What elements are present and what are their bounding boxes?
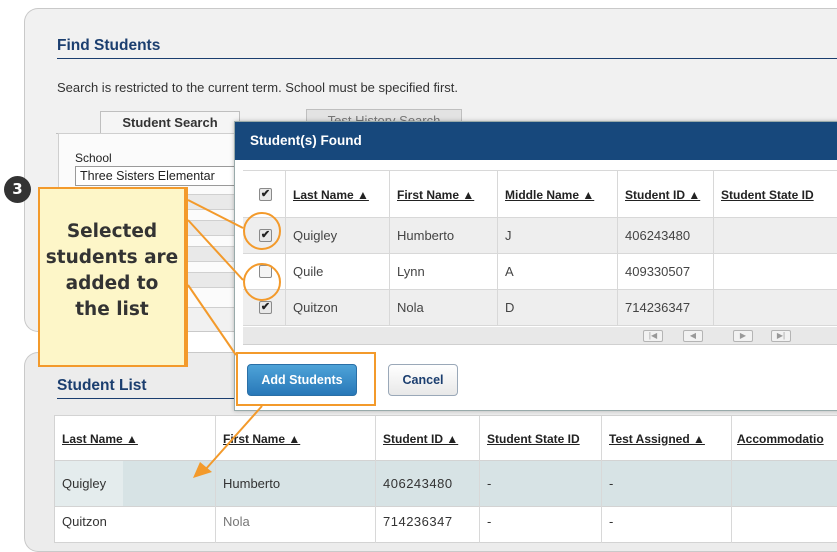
callout-connector	[187, 219, 244, 281]
callout-arrows	[187, 199, 263, 478]
callout-connector	[187, 284, 237, 356]
callout-connector	[187, 199, 244, 229]
result-arrow-line	[204, 405, 263, 471]
